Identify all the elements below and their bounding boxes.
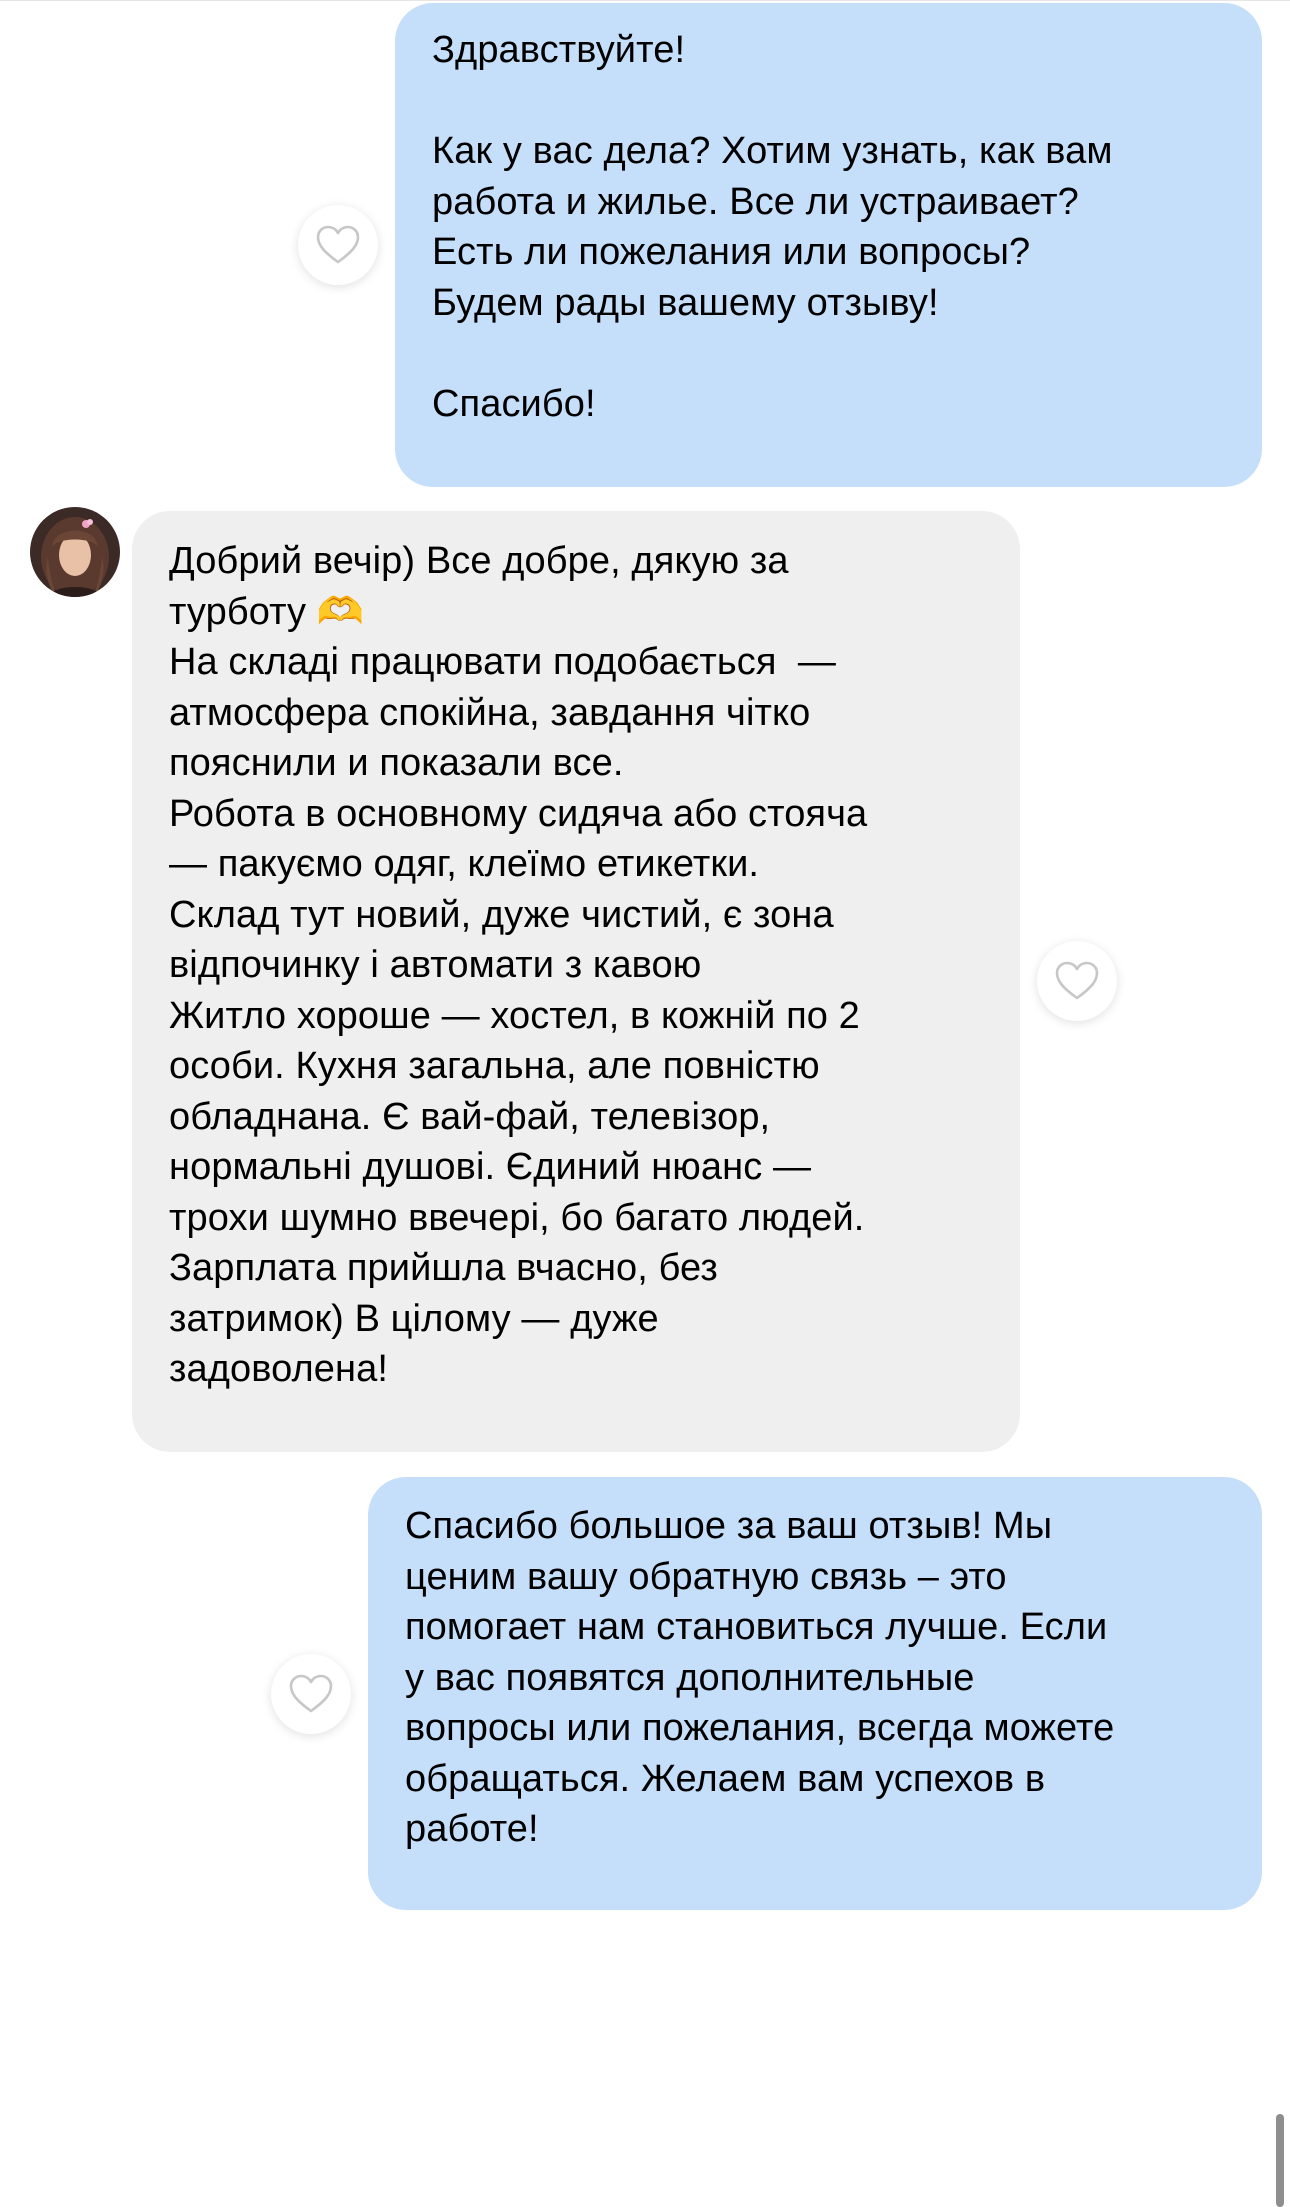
- divider: [0, 0, 1290, 1]
- heart-outline-icon: [289, 1674, 333, 1713]
- outgoing-message-bubble[interactable]: Здравствуйте! Как у вас дела? Хотим узна…: [395, 3, 1262, 487]
- like-button[interactable]: [1037, 941, 1117, 1021]
- heart-outline-icon: [316, 225, 360, 264]
- scrollbar[interactable]: [1276, 2114, 1284, 2207]
- outgoing-message-bubble[interactable]: Спасибо большое за ваш отзыв! Мы ценим в…: [368, 1477, 1262, 1910]
- like-button[interactable]: [271, 1654, 351, 1734]
- avatar[interactable]: [30, 507, 120, 597]
- user-avatar: [30, 507, 120, 597]
- chat-thread: Здравствуйте! Как у вас дела? Хотим узна…: [0, 0, 1290, 2207]
- heart-outline-icon: [1055, 961, 1099, 1000]
- incoming-message-bubble[interactable]: Добрий вечір) Все добре, дякую за турбот…: [132, 511, 1020, 1452]
- like-button[interactable]: [298, 205, 378, 285]
